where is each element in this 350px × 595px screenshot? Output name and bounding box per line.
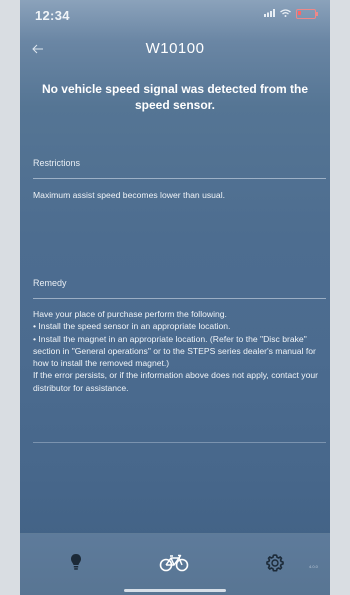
remedy-bottom-divider bbox=[33, 442, 326, 443]
version-label: 4.0.0 bbox=[309, 564, 318, 569]
remedy-label: Remedy bbox=[33, 278, 67, 288]
tab-bar: 4.0.0 bbox=[20, 533, 330, 595]
nav-bar: W10100 bbox=[20, 32, 330, 66]
remedy-text: Have your place of purchase perform the … bbox=[33, 308, 323, 394]
phone-screen: 12:34 W10100 No vehicle speed signal was… bbox=[0, 0, 350, 595]
cellular-signal-icon bbox=[264, 9, 275, 19]
remedy-step: • Install the magnet in an appropriate l… bbox=[33, 333, 316, 369]
status-icons bbox=[264, 9, 318, 19]
restrictions-divider bbox=[33, 178, 326, 179]
remedy-footer: If the error persists, or if the informa… bbox=[33, 370, 319, 393]
status-time: 12:34 bbox=[35, 8, 70, 23]
app-screen: 12:34 W10100 No vehicle speed signal was… bbox=[20, 0, 330, 595]
lightbulb-icon bbox=[71, 554, 81, 570]
remedy-step: • Install the speed sensor in an appropr… bbox=[33, 321, 231, 332]
tab-bike[interactable] bbox=[154, 548, 194, 578]
restrictions-label: Restrictions bbox=[33, 158, 81, 168]
page-title: W10100 bbox=[145, 40, 205, 57]
gear-icon bbox=[266, 554, 284, 572]
remedy-intro: Have your place of purchase perform the … bbox=[33, 309, 227, 319]
tab-settings[interactable] bbox=[255, 548, 295, 578]
bicycle-icon bbox=[159, 554, 189, 572]
error-message: No vehicle speed signal was detected fro… bbox=[41, 82, 309, 112]
remedy-divider bbox=[33, 298, 326, 299]
home-indicator[interactable] bbox=[124, 589, 226, 592]
tab-hint[interactable] bbox=[56, 548, 96, 578]
restrictions-text: Maximum assist speed becomes lower than … bbox=[33, 190, 226, 200]
battery-icon bbox=[296, 9, 318, 19]
remedy-steps: • Install the speed sensor in an appropr… bbox=[33, 320, 323, 369]
status-bar: 12:34 bbox=[20, 0, 330, 32]
wifi-icon bbox=[280, 9, 291, 19]
battery-level bbox=[298, 11, 301, 15]
